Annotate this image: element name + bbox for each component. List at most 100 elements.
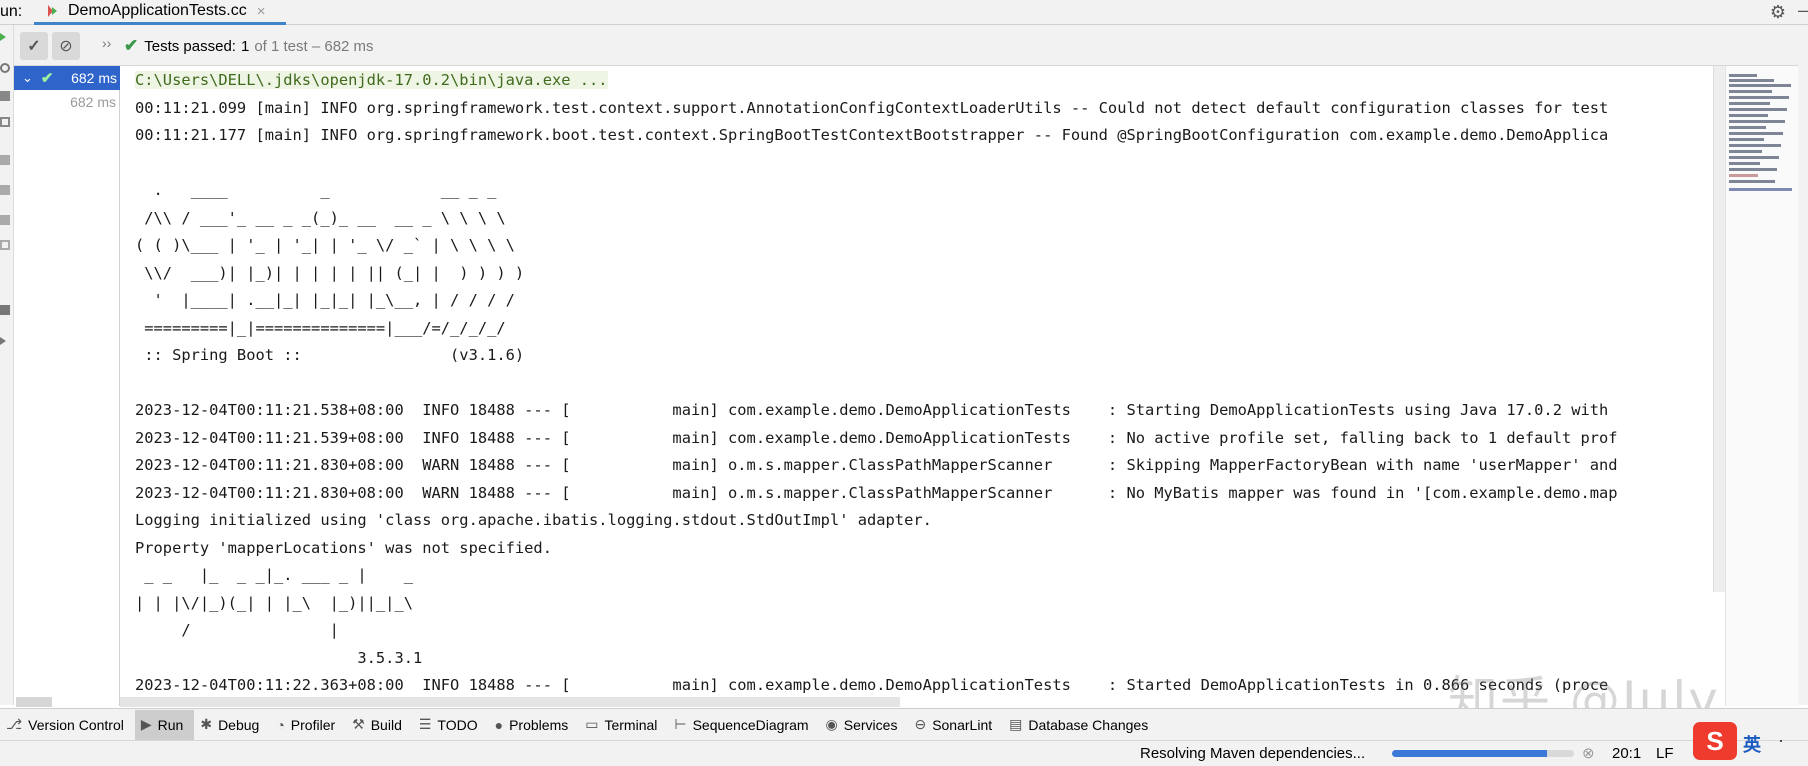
ime-mode[interactable]: 英 — [1743, 731, 1761, 757]
minimap-line — [1729, 162, 1760, 165]
tool-window-run[interactable]: ▶Run — [135, 710, 194, 740]
minimap-line — [1729, 168, 1777, 171]
gear-icon[interactable]: ⚙ — [1770, 2, 1786, 23]
minimap-line — [1729, 102, 1770, 105]
console-line: / | — [135, 621, 339, 639]
status-count: 1 — [241, 38, 249, 55]
progress-fill — [1392, 750, 1547, 757]
tool-window-sequencediagram[interactable]: ⊢SequenceDiagram — [668, 710, 819, 740]
status-message[interactable]: Resolving Maven dependencies... — [1140, 745, 1365, 762]
chevron-down-icon[interactable]: ⌄ — [22, 70, 33, 86]
tool-window-version-control[interactable]: ⎇Version Control — [0, 710, 135, 740]
rerun-failed-icon[interactable] — [0, 63, 10, 73]
rerun-icon[interactable] — [0, 33, 6, 41]
tool-window-services[interactable]: ◉ Services — [820, 710, 909, 740]
hammer-icon: ⚒ — [352, 716, 365, 733]
status-label: Tests passed: — [144, 38, 236, 55]
console-line: 2023-12-04T00:11:21.830+08:00 WARN 18488… — [135, 456, 1618, 474]
horizontal-scrollbar-tree[interactable] — [16, 697, 52, 707]
console-line: Property 'mapperLocations' was not speci… — [135, 539, 552, 557]
test-tree-root[interactable]: ⌄ ✔ 682 ms — [14, 66, 120, 90]
database-icon: ▤ — [1009, 716, 1022, 733]
console-output[interactable]: C:\Users\DELL\.jdks\openjdk-17.0.2\bin\j… — [121, 66, 1725, 706]
console-line: :: Spring Boot :: (v3.1.6) — [135, 346, 524, 364]
tool-window-label: Run — [158, 717, 184, 733]
tool-window-label: SonarLint — [932, 717, 992, 733]
list-icon: ☰ — [419, 716, 432, 733]
tool-window-label: Debug — [218, 717, 259, 733]
status-bar: Resolving Maven dependencies... ⊗ 20:1 L… — [0, 740, 1808, 766]
stop-icon[interactable] — [0, 117, 10, 127]
tool-window-label: SequenceDiagram — [693, 717, 809, 733]
minimap-line — [1729, 138, 1764, 141]
console-line: 3.5.3.1 — [135, 649, 422, 667]
toggle-icon[interactable] — [0, 91, 10, 101]
cancel-icon[interactable]: ⊗ — [1582, 744, 1595, 762]
run-title-bar: un: DemoApplicationTests.cc × ⚙ – — [0, 0, 1808, 25]
export-icon[interactable] — [0, 185, 10, 195]
tool-window-label: Profiler — [291, 717, 335, 733]
more-actions-icon[interactable]: ›› — [102, 35, 111, 51]
tool-window-todo[interactable]: ☰TODO — [413, 710, 489, 740]
test-duration: 682 ms — [71, 70, 117, 86]
run-label: un: — [0, 3, 22, 21]
console-text: C:\Users\DELL\.jdks\openjdk-17.0.2\bin\j… — [121, 66, 1725, 700]
ime-logo-icon[interactable]: S — [1693, 722, 1737, 760]
minimap-line — [1729, 150, 1762, 153]
tool-window-profiler[interactable]: ◔Profiler — [270, 710, 346, 740]
minimap-line — [1729, 156, 1779, 159]
tool-window-label: Services — [844, 717, 898, 733]
console-line: Logging initialized using 'class org.apa… — [135, 511, 932, 529]
tool-window-terminal[interactable]: ▭ Terminal — [579, 710, 668, 740]
layout-icon[interactable] — [0, 155, 10, 165]
run-tab-label: DemoApplicationTests.cc — [68, 2, 247, 20]
services-icon: ◉ — [826, 716, 838, 733]
close-icon[interactable]: × — [257, 3, 266, 20]
test-runner-toolbar: ✓ ⊘ ›› ✔ Tests passed: 1 of 1 test – 682… — [14, 25, 1808, 66]
tool-window-label: Database Changes — [1028, 717, 1148, 733]
tool-window-problems[interactable]: ●Problems — [489, 710, 580, 740]
console-line: 2023-12-04T00:11:22.363+08:00 INFO 18488… — [135, 676, 1608, 694]
tool-window-label: Build — [371, 717, 402, 733]
show-passed-button[interactable]: ✓ — [20, 32, 48, 60]
minimap-line — [1729, 114, 1768, 117]
terminal-icon: ▭ — [585, 716, 598, 733]
history-icon[interactable] — [0, 215, 10, 225]
tool-window-label: Problems — [509, 717, 568, 733]
line-separator[interactable]: LF — [1656, 745, 1674, 762]
horizontal-scrollbar-console[interactable] — [120, 697, 900, 707]
test-tree-child[interactable]: 682 ms — [70, 94, 116, 110]
minimap-line — [1729, 126, 1766, 129]
pin-icon[interactable] — [0, 305, 10, 315]
console-line: \\/ ___)| |_)| | | | | || (_| | ) ) ) ) — [135, 264, 524, 282]
vertical-scrollbar[interactable] — [1713, 66, 1725, 592]
tool-window-debug[interactable]: ✱Debug — [194, 710, 270, 740]
run-tab-demo-application-tests[interactable]: DemoApplicationTests.cc × — [34, 0, 286, 25]
tool-window-database-changes[interactable]: ▤ Database Changes — [1003, 710, 1159, 740]
console-line: . ____ _ __ _ _ — [135, 181, 496, 199]
minimap-line — [1729, 174, 1758, 177]
console-line: ' |____| .__|_| |_|_| |_\__, | / / / / — [135, 291, 515, 309]
ime-extra[interactable]: · — [1778, 730, 1784, 751]
minimap-line — [1729, 79, 1774, 82]
expand-icon[interactable] — [0, 337, 6, 345]
minimap-line — [1729, 96, 1789, 99]
tool-window-build[interactable]: ⚒ Build — [346, 710, 413, 740]
tool-window-label: Terminal — [604, 717, 657, 733]
tool-window-sonarlint[interactable]: ⊖ SonarLint — [908, 710, 1003, 740]
minimap-line — [1729, 132, 1783, 135]
console-minimap[interactable] — [1725, 66, 1798, 706]
minimap-line — [1729, 180, 1775, 183]
settings-small-icon[interactable] — [0, 240, 10, 250]
test-tree: ⌄ ✔ 682 ms 682 ms — [14, 66, 120, 706]
minimap-line — [1729, 144, 1781, 147]
show-ignored-button[interactable]: ⊘ — [52, 32, 80, 60]
console-line: 2023-12-04T00:11:21.538+08:00 INFO 18488… — [135, 401, 1608, 419]
console-line: 2023-12-04T00:11:21.539+08:00 INFO 18488… — [135, 429, 1618, 447]
junit-config-icon — [44, 3, 60, 19]
progress-bar — [1392, 750, 1574, 757]
sonarlint-icon: ⊖ — [914, 716, 926, 733]
minimap-line — [1729, 74, 1757, 77]
cursor-position[interactable]: 20:1 — [1612, 745, 1641, 762]
minimize-icon[interactable]: – — [1798, 0, 1808, 21]
